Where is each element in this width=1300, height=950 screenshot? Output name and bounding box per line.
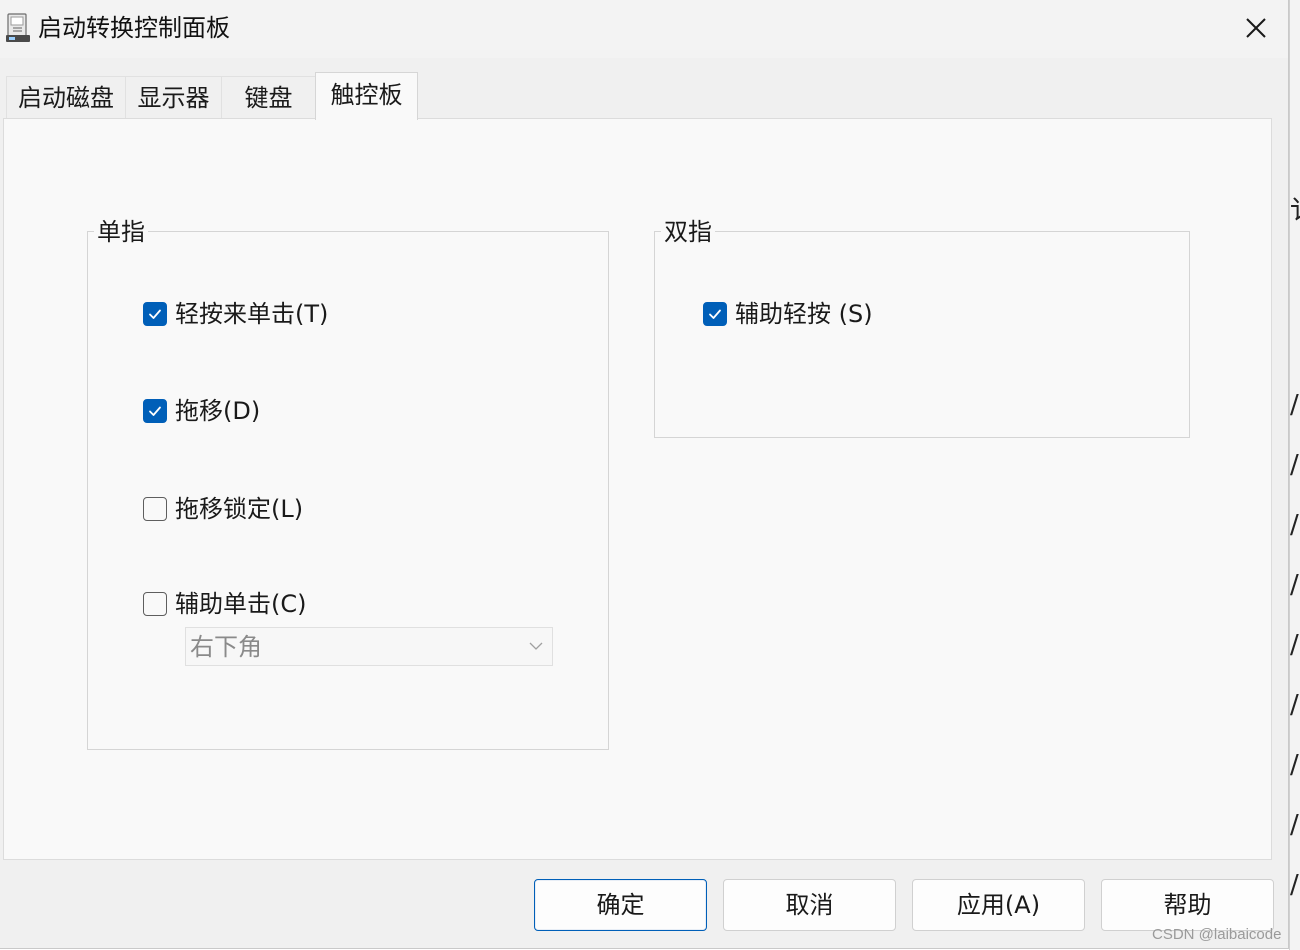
window-title: 启动转换控制面板 bbox=[38, 14, 230, 42]
two-finger-group-label: 双指 bbox=[661, 218, 715, 246]
secondary-tap-label: 辅助轻按 (S) bbox=[735, 300, 873, 328]
close-button[interactable] bbox=[1232, 6, 1280, 50]
secondary-tap-checkbox[interactable] bbox=[703, 302, 727, 326]
secondary-click-corner-select[interactable]: 右下角 bbox=[185, 627, 553, 666]
disk-app-icon bbox=[6, 13, 30, 43]
apply-button[interactable]: 应用(A) bbox=[912, 879, 1085, 931]
one-finger-group-label: 单指 bbox=[94, 218, 148, 246]
drag-lock-checkbox[interactable] bbox=[143, 497, 167, 521]
checkmark-icon bbox=[709, 309, 721, 319]
secondary-tap-option[interactable]: 辅助轻按 (S) bbox=[703, 298, 873, 330]
tab-keyboard[interactable]: 键盘 bbox=[221, 76, 316, 118]
title-bar[interactable]: 启动转换控制面板 bbox=[0, 0, 1288, 58]
drag-checkbox[interactable] bbox=[143, 399, 167, 423]
close-icon bbox=[1246, 18, 1266, 38]
tap-to-click-label: 轻按来单击(T) bbox=[175, 300, 329, 328]
drag-label: 拖移(D) bbox=[175, 397, 261, 425]
help-button[interactable]: 帮助 bbox=[1101, 879, 1274, 931]
cancel-button[interactable]: 取消 bbox=[723, 879, 896, 931]
secondary-click-label: 辅助单击(C) bbox=[175, 590, 307, 618]
background-window: 讠 / / / / / / / / / bbox=[1289, 0, 1300, 950]
two-finger-group: 双指 bbox=[654, 218, 1190, 438]
drag-lock-option[interactable]: 拖移锁定(L) bbox=[143, 493, 303, 525]
ok-button[interactable]: 确定 bbox=[534, 879, 707, 931]
tab-display[interactable]: 显示器 bbox=[125, 76, 222, 118]
secondary-click-corner-value: 右下角 bbox=[190, 633, 262, 661]
drag-lock-label: 拖移锁定(L) bbox=[175, 495, 304, 523]
chevron-down-icon bbox=[528, 638, 544, 658]
tab-startup-disk[interactable]: 启动磁盘 bbox=[6, 76, 126, 118]
checkmark-icon bbox=[149, 309, 161, 319]
drag-option[interactable]: 拖移(D) bbox=[143, 395, 260, 427]
tap-to-click-option[interactable]: 轻按来单击(T) bbox=[143, 298, 328, 330]
checkmark-icon bbox=[149, 406, 161, 416]
dialog-window: 启动转换控制面板 启动磁盘 显示器 键盘 触控板 单指 轻按来单击(T) 拖移(… bbox=[0, 0, 1289, 949]
watermark: CSDN @laibaicode bbox=[1152, 926, 1282, 943]
tap-to-click-checkbox[interactable] bbox=[143, 302, 167, 326]
secondary-click-checkbox[interactable] bbox=[143, 592, 167, 616]
secondary-click-option[interactable]: 辅助单击(C) bbox=[143, 588, 306, 620]
tab-trackpad[interactable]: 触控板 bbox=[315, 72, 418, 120]
